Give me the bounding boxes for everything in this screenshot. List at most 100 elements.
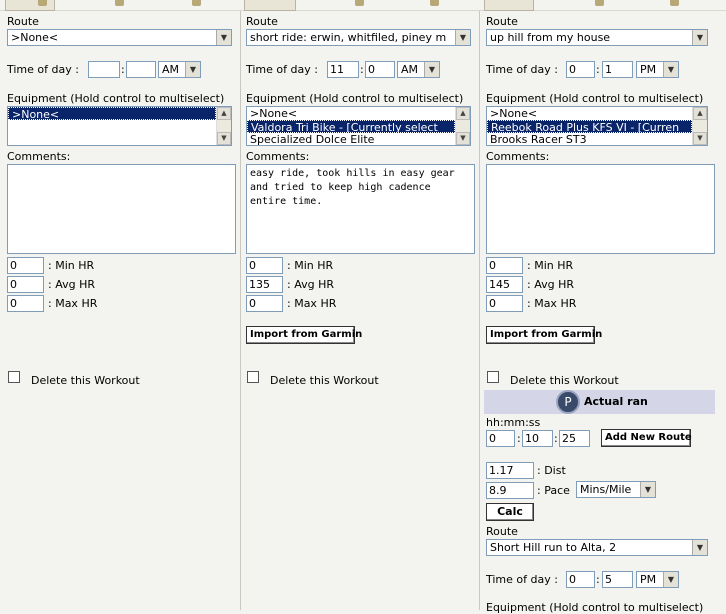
pace-unit-select[interactable]: Mins/Mile ▼: [576, 481, 656, 498]
delete-workout-checkbox[interactable]: [487, 371, 499, 383]
actual-hours-input[interactable]: 0: [486, 430, 515, 447]
equipment-option[interactable]: Reebok Road Plus KFS VI - [Curren: [487, 120, 692, 133]
actual-time-ampm-select[interactable]: PM ▼: [636, 571, 679, 588]
min-hr-input[interactable]: 0: [246, 257, 283, 274]
import-from-garmin-button[interactable]: Import from Garmin: [246, 326, 362, 344]
tab-stub[interactable]: [484, 0, 534, 11]
comments-textarea[interactable]: [7, 164, 236, 254]
actual-seconds-input[interactable]: 25: [559, 430, 590, 447]
equipment-option[interactable]: Valdora Tri Bike - [Currently select: [247, 120, 455, 133]
equipment-listbox[interactable]: >None< Valdora Tri Bike - [Currently sel…: [246, 106, 471, 146]
avg-hr-label: : Avg HR: [527, 278, 574, 291]
equipment-label: Equipment (Hold control to multiselect): [486, 92, 704, 105]
min-hr-input[interactable]: 0: [7, 257, 44, 274]
distance-input[interactable]: 1.17: [486, 462, 534, 479]
pace-input[interactable]: 8.9: [486, 482, 534, 499]
dropdown-arrow-icon[interactable]: ▼: [663, 572, 678, 587]
distance-label: : Dist: [537, 464, 566, 477]
time-ampm-select[interactable]: PM ▼: [636, 61, 679, 78]
add-new-route-button[interactable]: Add New Route: [601, 429, 692, 447]
delete-workout-checkbox[interactable]: [247, 371, 259, 383]
toolbar-icon[interactable]: [355, 0, 364, 6]
equipment-listbox[interactable]: >None< ▲ ▼: [7, 106, 232, 146]
time-minute-input[interactable]: 0: [365, 61, 395, 78]
toolbar-icon[interactable]: [115, 0, 124, 6]
comments-textarea[interactable]: easy ride, took hills in easy gear and t…: [246, 164, 475, 254]
toolbar-icon[interactable]: [430, 0, 439, 6]
max-hr-label: : Max HR: [527, 297, 577, 310]
actual-time-minute-input[interactable]: 5: [602, 571, 633, 588]
min-hr-input[interactable]: 0: [486, 257, 523, 274]
equipment-option[interactable]: >None<: [487, 107, 692, 120]
delete-workout-checkbox[interactable]: [8, 371, 20, 383]
actual-route-value: Short Hill run to Alta, 2: [490, 541, 617, 554]
time-hour-input[interactable]: [88, 61, 120, 78]
hms-colon: :: [517, 432, 521, 445]
comments-textarea[interactable]: [486, 164, 715, 254]
dropdown-arrow-icon[interactable]: ▼: [424, 62, 439, 77]
comments-label: Comments:: [246, 150, 310, 163]
tab-stub[interactable]: [5, 0, 55, 11]
dropdown-arrow-icon[interactable]: ▼: [663, 62, 678, 77]
equipment-option[interactable]: Brooks Racer ST3: [487, 133, 692, 145]
listbox-scrollbar[interactable]: ▲ ▼: [455, 107, 470, 145]
toolbar-icon[interactable]: [670, 0, 679, 6]
avg-hr-input[interactable]: 135: [246, 276, 283, 293]
avg-hr-input[interactable]: 145: [486, 276, 523, 293]
toolbar-icon[interactable]: [38, 0, 47, 6]
equipment-option[interactable]: >None<: [8, 107, 216, 120]
toolbar-icon[interactable]: [595, 0, 604, 6]
actual-equipment-label: Equipment (Hold control to multiselect): [486, 601, 704, 614]
actual-time-hour-input[interactable]: 0: [566, 571, 595, 588]
tab-stub[interactable]: [244, 0, 296, 11]
scroll-up-icon[interactable]: ▲: [217, 107, 231, 120]
max-hr-input[interactable]: 0: [486, 295, 523, 312]
max-hr-label: : Max HR: [287, 297, 337, 310]
route-label: Route: [486, 15, 518, 28]
time-ampm-select[interactable]: AM ▼: [397, 61, 440, 78]
max-hr-input[interactable]: 0: [246, 295, 283, 312]
scroll-up-icon[interactable]: ▲: [693, 107, 707, 120]
avg-hr-label: : Avg HR: [287, 278, 334, 291]
route-select[interactable]: short ride: erwin, whitfiled, piney m ▼: [246, 29, 471, 46]
time-ampm-select[interactable]: AM ▼: [158, 61, 201, 78]
dropdown-arrow-icon[interactable]: ▼: [185, 62, 200, 77]
import-from-garmin-button[interactable]: Import from Garmin: [486, 326, 602, 344]
avg-hr-input[interactable]: 0: [7, 276, 44, 293]
workout-column-1: Route >None< ▼ Time of day : : AM ▼ Equi…: [5, 11, 243, 610]
dropdown-arrow-icon[interactable]: ▼: [692, 30, 707, 45]
actual-route-select[interactable]: Short Hill run to Alta, 2 ▼: [486, 539, 708, 556]
equipment-option[interactable]: >None<: [247, 107, 455, 120]
listbox-scrollbar[interactable]: ▲ ▼: [216, 107, 231, 145]
workout-column-3: Route up hill from my house ▼ Time of da…: [484, 11, 722, 614]
scroll-down-icon[interactable]: ▼: [693, 132, 707, 145]
equipment-option[interactable]: Specialized Dolce Elite: [247, 133, 455, 145]
time-hour-input[interactable]: 11: [327, 61, 359, 78]
min-hr-label: : Min HR: [527, 259, 574, 272]
time-hour-input[interactable]: 0: [566, 61, 595, 78]
route-select[interactable]: up hill from my house ▼: [486, 29, 708, 46]
time-minute-input[interactable]: 1: [602, 61, 633, 78]
delete-workout-label: Delete this Workout: [510, 374, 619, 387]
actual-ran-icon: P: [556, 390, 580, 414]
max-hr-label: : Max HR: [48, 297, 98, 310]
time-of-day-label: Time of day :: [246, 63, 318, 76]
scroll-up-icon[interactable]: ▲: [456, 107, 470, 120]
dropdown-arrow-icon[interactable]: ▼: [692, 540, 707, 555]
listbox-scrollbar[interactable]: ▲ ▼: [692, 107, 707, 145]
dropdown-arrow-icon[interactable]: ▼: [216, 30, 231, 45]
equipment-listbox[interactable]: >None< Reebok Road Plus KFS VI - [Curren…: [486, 106, 708, 146]
max-hr-input[interactable]: 0: [7, 295, 44, 312]
time-minute-input[interactable]: [126, 61, 156, 78]
delete-workout-label: Delete this Workout: [31, 374, 140, 387]
dropdown-arrow-icon[interactable]: ▼: [455, 30, 470, 45]
equipment-label: Equipment (Hold control to multiselect): [7, 92, 225, 105]
actual-minutes-input[interactable]: 10: [522, 430, 553, 447]
scroll-down-icon[interactable]: ▼: [456, 132, 470, 145]
toolbar-icon[interactable]: [192, 0, 201, 6]
calc-button[interactable]: Calc: [486, 503, 534, 521]
dropdown-arrow-icon[interactable]: ▼: [640, 482, 655, 497]
scroll-down-icon[interactable]: ▼: [217, 132, 231, 145]
comments-label: Comments:: [7, 150, 71, 163]
route-select[interactable]: >None< ▼: [7, 29, 232, 46]
